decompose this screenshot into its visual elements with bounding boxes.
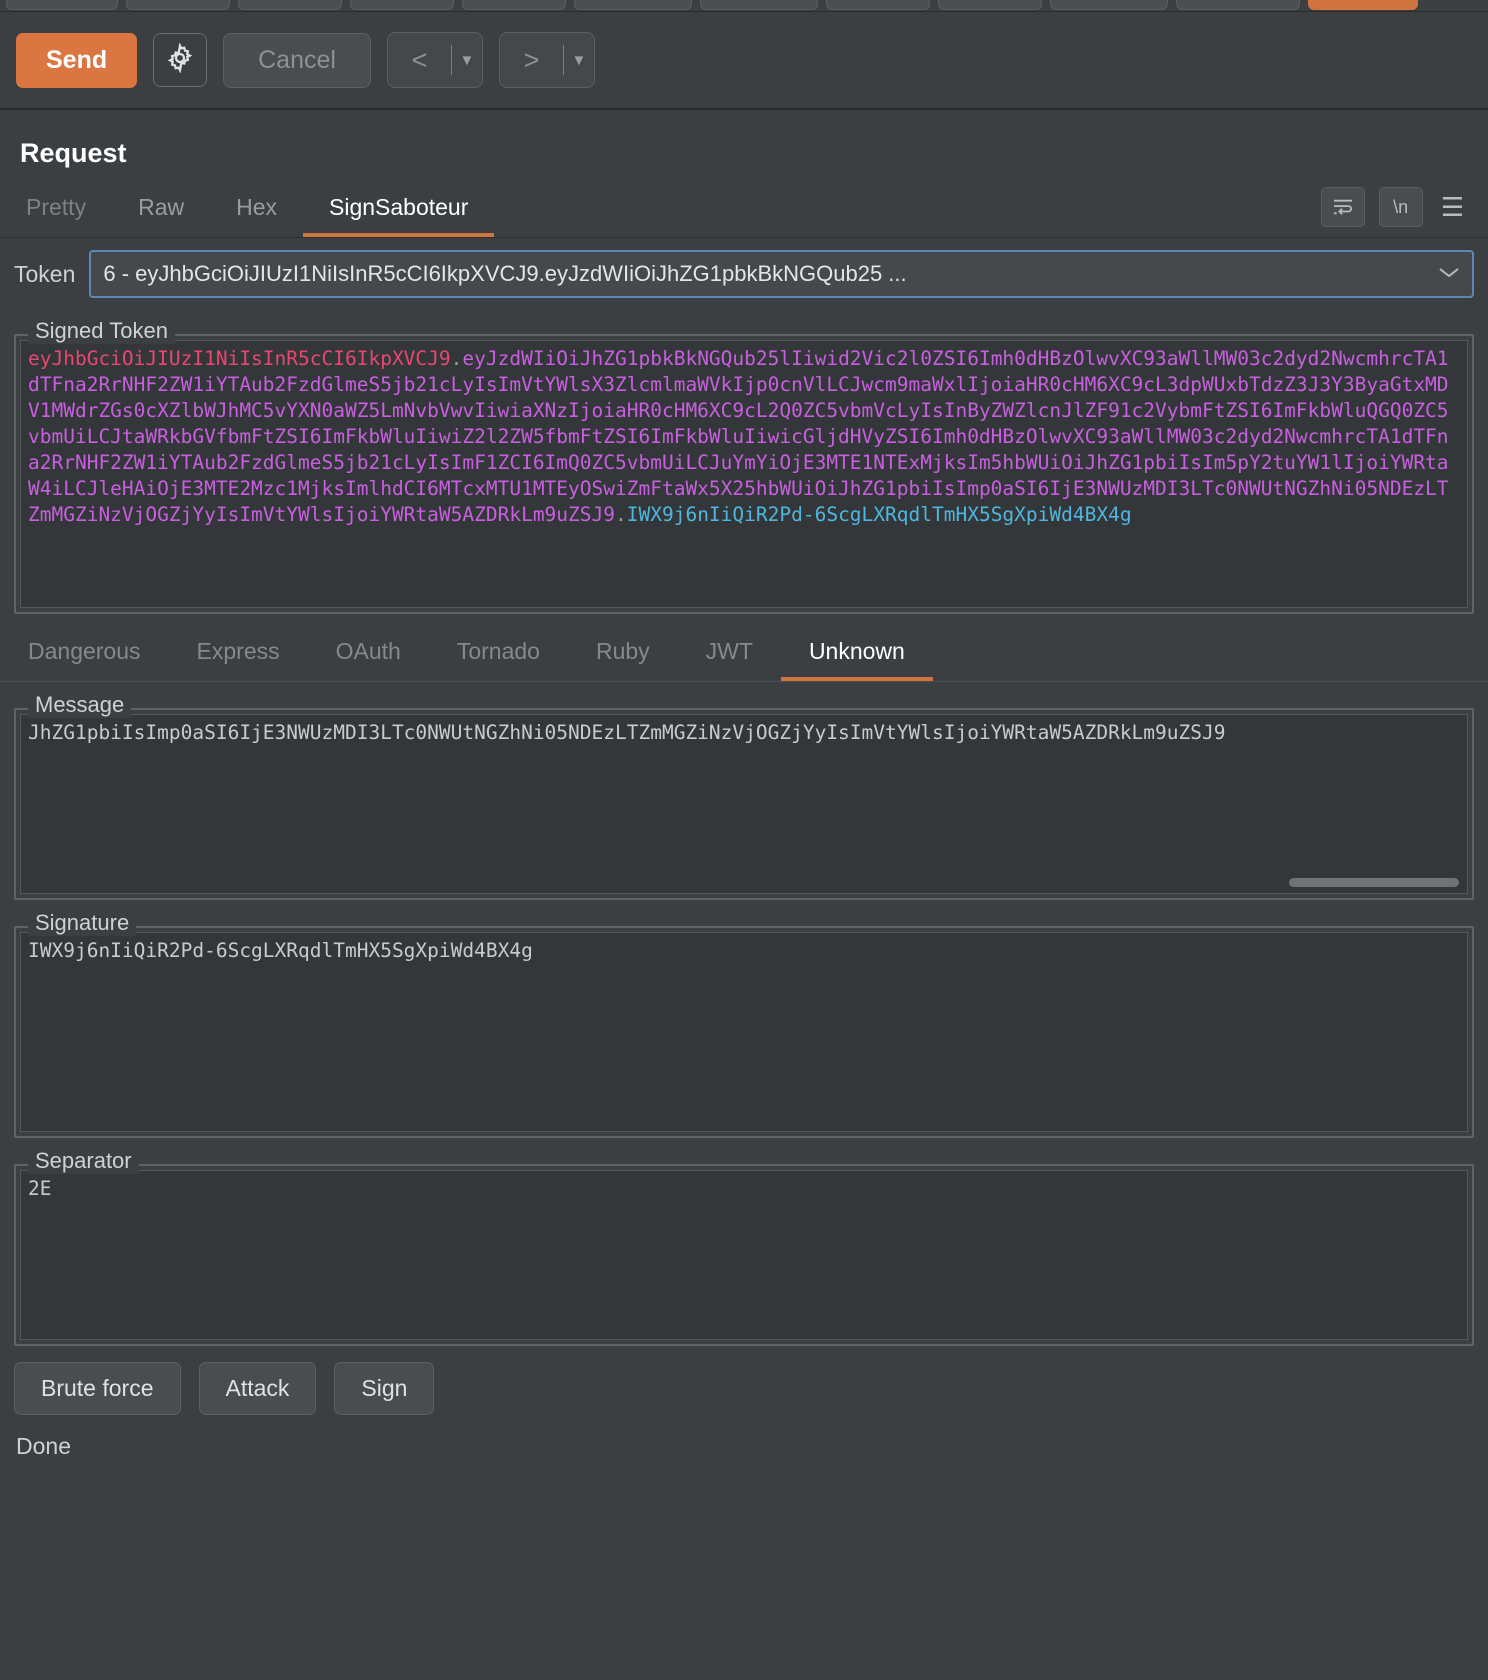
algorithm-tab-dangerous[interactable]: Dangerous (0, 628, 169, 681)
ghost-tab-9[interactable] (938, 0, 1042, 10)
view-tab-bar: Pretty Raw Hex SignSaboteur \n ☰ (0, 169, 1488, 238)
jwt-payload-segment: eyJzdWIiOiJhZG1pbkBkNGQub25lIiwid2Vic2l0… (28, 347, 1449, 526)
brute-force-button[interactable]: Brute force (14, 1362, 181, 1415)
ghost-tab-11[interactable] (1176, 0, 1300, 10)
signed-token-group: Signed Token eyJhbGciOiJIUzI1NiIsInR5cCI… (14, 318, 1474, 614)
message-horizontal-scrollbar[interactable] (1289, 878, 1459, 887)
cancel-button[interactable]: Cancel (223, 32, 371, 88)
message-value: JhZG1pbiIsImp0aSI6IjE3NWUzMDI3LTc0NWUtNG… (28, 721, 1226, 744)
settings-button[interactable] (153, 33, 208, 87)
ghost-tab-1[interactable] (6, 0, 118, 10)
signature-value: IWX9j6nIiQiR2Pd-6ScgLXRqdlTmHX5SgXpiWd4B… (28, 939, 533, 962)
page-title: Request (20, 138, 127, 168)
ghost-tab-8[interactable] (826, 0, 930, 10)
token-dropdown-value: 6 - eyJhbGciOiJIUzI1NiIsInR5cCI6IkpXVCJ9… (103, 261, 907, 286)
ghost-tab-12[interactable] (1308, 0, 1418, 10)
chevron-right-icon: > (523, 44, 540, 75)
ghost-tab-2[interactable] (126, 0, 230, 10)
jwt-dot-1: . (450, 347, 463, 370)
signature-input[interactable]: IWX9j6nIiQiR2Pd-6ScgLXRqdlTmHX5SgXpiWd4B… (20, 932, 1468, 1132)
separator-input[interactable]: 2E (20, 1170, 1468, 1340)
status-bar: Done (16, 1433, 71, 1459)
chevron-left-icon: < (411, 44, 428, 75)
algorithm-tab-ruby[interactable]: Ruby (568, 628, 678, 681)
message-frame: JhZG1pbiIsImp0aSI6IjE3NWUzMDI3LTc0NWUtNG… (14, 708, 1474, 900)
ghost-tab-10[interactable] (1050, 0, 1168, 10)
signed-token-legend: Signed Token (28, 318, 175, 344)
word-wrap-icon[interactable] (1320, 187, 1365, 227)
ghost-tab-4[interactable] (350, 0, 454, 10)
ghost-tab-5[interactable] (462, 0, 566, 10)
algorithm-tab-oauth[interactable]: OAuth (308, 628, 429, 681)
view-tab-pretty[interactable]: Pretty (0, 188, 112, 237)
chevron-down-icon[interactable]: ▼ (564, 52, 594, 69)
sign-button[interactable]: Sign (334, 1362, 435, 1415)
gear-icon (165, 41, 195, 78)
send-button[interactable]: Send (16, 32, 138, 88)
upper-tab-strip (0, 0, 1488, 12)
view-tab-hex[interactable]: Hex (210, 188, 303, 237)
token-label: Token (14, 260, 76, 287)
newline-icon[interactable]: \n (1378, 187, 1423, 227)
view-tab-signsaboteur[interactable]: SignSaboteur (303, 188, 495, 237)
ghost-tab-3[interactable] (238, 0, 342, 10)
chevron-down-icon[interactable]: ▼ (452, 52, 482, 69)
next-request-button[interactable]: > ▼ (498, 32, 595, 88)
ghost-tab-7[interactable] (700, 0, 818, 10)
overflow-menu-icon[interactable]: ☰ (1437, 192, 1468, 223)
message-group: Message JhZG1pbiIsImp0aSI6IjE3NWUzMDI3LT… (14, 692, 1474, 900)
algorithm-tab-express[interactable]: Express (169, 628, 308, 681)
chevron-down-icon (1428, 265, 1460, 284)
separator-group: Separator 2E (14, 1148, 1474, 1346)
separator-legend: Separator (28, 1148, 139, 1174)
token-dropdown[interactable]: 6 - eyJhbGciOiJIUzI1NiIsInR5cCI6IkpXVCJ9… (89, 250, 1474, 298)
algorithm-tab-jwt[interactable]: JWT (678, 628, 781, 681)
separator-value: 2E (28, 1177, 52, 1200)
algorithm-tab-unknown[interactable]: Unknown (780, 628, 933, 681)
ghost-tab-6[interactable] (574, 0, 692, 10)
action-bar: Send Cancel < ▼ > ▼ (0, 12, 1488, 110)
signed-token-input[interactable]: eyJhbGciOiJIUzI1NiIsInR5cCI6IkpXVCJ9.eyJ… (20, 340, 1468, 608)
jwt-signature-segment: IWX9j6nIiQiR2Pd-6ScgLXRqdlTmHX5SgXpiWd4B… (626, 503, 1132, 526)
signature-frame: IWX9j6nIiQiR2Pd-6ScgLXRqdlTmHX5SgXpiWd4B… (14, 926, 1474, 1138)
view-tab-raw[interactable]: Raw (112, 188, 210, 237)
signature-group: Signature IWX9j6nIiQiR2Pd-6ScgLXRqdlTmHX… (14, 910, 1474, 1138)
signature-legend: Signature (28, 910, 137, 936)
newline-label: \n (1393, 196, 1409, 217)
algorithm-tab-tornado[interactable]: Tornado (429, 628, 568, 681)
view-tools: \n ☰ (1320, 187, 1488, 237)
token-row: Token 6 - eyJhbGciOiJIUzI1NiIsInR5cCI6Ik… (0, 238, 1488, 308)
jwt-header-segment: eyJhbGciOiJIUzI1NiIsInR5cCI6IkpXVCJ9 (28, 347, 451, 370)
algorithm-tab-bar: Dangerous Express OAuth Tornado Ruby JWT Unkno… (0, 628, 1488, 682)
separator-frame: 2E (14, 1164, 1474, 1346)
message-legend: Message (28, 692, 132, 718)
attack-button[interactable]: Attack (198, 1362, 317, 1415)
bottom-action-bar: Brute force Attack Sign (0, 1346, 1488, 1415)
previous-request-button[interactable]: < ▼ (386, 32, 483, 88)
jwt-dot-2: . (615, 503, 627, 526)
signed-token-frame: eyJhbGciOiJIUzI1NiIsInR5cCI6IkpXVCJ9.eyJ… (14, 334, 1474, 614)
message-input[interactable]: JhZG1pbiIsImp0aSI6IjE3NWUzMDI3LTc0NWUtNG… (20, 714, 1468, 894)
